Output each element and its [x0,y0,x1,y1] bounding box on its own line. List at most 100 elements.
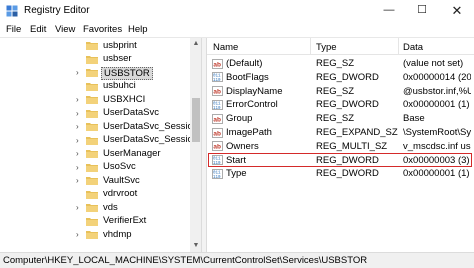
expand-chevron-icon[interactable]: › [76,163,79,172]
svg-text:ab: ab [213,144,221,151]
status-bar: Computer\HKEY_LOCAL_MACHINE\SYSTEM\Curre… [0,252,474,268]
value-name: ImagePath [226,127,272,138]
menu-file[interactable]: File [6,24,21,35]
column-divider[interactable] [310,38,311,55]
value-type: REG_SZ [316,58,355,69]
expand-chevron-icon[interactable]: › [76,230,79,239]
tree-item[interactable]: vdrvroot [0,188,190,201]
tree-item[interactable]: › vhdmp [0,228,190,241]
folder-icon [86,217,98,226]
scroll-up-icon[interactable]: ▲ [190,38,201,50]
value-row[interactable]: 011 110 BootFlags REG_DWORD 0x00000014 (20) [207,71,474,85]
values-list-pane[interactable]: Name Type Data ab (Default) REG_SZ (value n… [207,38,474,252]
value-row[interactable]: 011 110 ErrorControl REG_DWORD 0x00000001 (1… [207,98,474,112]
svg-text:ab: ab [213,116,221,123]
svg-text:ab: ab [213,61,221,68]
value-data: Base [403,113,425,125]
tree-item-label: vhdmp [103,228,132,240]
expand-chevron-icon[interactable]: › [76,95,79,104]
value-name: Group [226,113,253,125]
scroll-thumb[interactable] [192,98,200,142]
value-type: REG_SZ [316,113,355,125]
maximize-button[interactable]: ☐ [405,0,439,21]
tree-item[interactable]: › vds [0,201,190,214]
tree-item-label: USBSTOR [101,66,153,80]
tree-item[interactable]: › UserDataSvc [0,107,190,120]
scroll-down-icon[interactable]: ▼ [190,240,201,252]
key-tree-pane[interactable]: usbprint usbser › USBSTOR usbuhci › USBXHCI › Us… [0,38,202,252]
menu-favorites[interactable]: Favorites [83,24,122,35]
tree-item-label: usbser [103,53,132,64]
value-row[interactable]: ab ImagePath REG_EXPAND_SZ \SystemRoot\Syst [207,126,474,140]
expand-chevron-icon[interactable]: › [76,68,79,77]
column-header-type[interactable]: Type [316,42,337,53]
column-divider[interactable] [398,38,399,55]
value-type: REG_DWORD [316,99,379,111]
highlight-annotation-box [208,153,472,168]
registry-editor-icon [6,5,18,17]
tree-item[interactable]: › VaultSvc [0,174,190,187]
menu-help[interactable]: Help [128,24,148,35]
value-data: v_mscdsc.inf usbs [403,140,471,152]
value-row[interactable]: ab Group REG_SZ Base [207,112,474,126]
column-header-data[interactable]: Data [403,42,423,53]
folder-icon [86,82,98,91]
string-value-icon: ab [212,141,223,152]
value-data: \SystemRoot\Syst [403,127,471,138]
folder-icon [86,55,98,64]
tree-item[interactable]: › UserManager [0,147,190,160]
column-header-name[interactable]: Name [213,42,238,53]
tree-item-label: vds [103,201,118,213]
tree-item-label: UserDataSvc [103,107,159,118]
folder-icon [86,96,98,104]
value-row[interactable]: ab Owners REG_MULTI_SZ v_mscdsc.inf usbs [207,140,474,154]
tree-item[interactable]: › USBXHCI [0,93,190,106]
binary-value-icon: 011110 [212,169,223,179]
tree-scrollbar[interactable]: ▲ ▼ [190,38,201,252]
tree-item[interactable]: › UserDataSvc_Session1 [0,120,201,133]
tree-item[interactable]: › USBSTOR [0,66,190,80]
tree-item[interactable]: usbser [0,53,190,66]
tree-item[interactable]: usbprint [0,39,190,52]
menu-edit[interactable]: Edit [30,24,46,35]
expand-chevron-icon[interactable]: › [76,109,79,118]
expand-chevron-icon[interactable]: › [76,176,79,185]
expand-chevron-icon[interactable]: › [76,149,79,158]
expand-chevron-icon[interactable]: › [76,136,79,145]
window-title: Registry Editor [24,5,90,16]
svg-text:110: 110 [213,176,221,179]
expand-chevron-icon[interactable]: › [76,203,79,212]
folder-icon [86,69,98,77]
title-bar[interactable]: Registry Editor — ☐ ✕ [0,0,474,21]
expand-chevron-icon[interactable]: › [76,122,79,131]
registry-path: Computer\HKEY_LOCAL_MACHINE\SYSTEM\Curre… [3,255,368,266]
tree-item[interactable]: usbuhci [0,80,190,93]
value-row[interactable]: 011 110 Type REG_DWORD 0x00000001 (1) [207,167,474,181]
tree-item-label: UserDataSvc_Session1 [103,120,202,132]
value-data: 0x00000001 (1) [403,99,470,111]
menu-view[interactable]: View [55,24,75,35]
value-name: Type [226,168,247,180]
tree-item-label: UserManager [103,147,161,159]
value-name: DisplayName [226,85,283,97]
value-row[interactable]: ab DisplayName REG_SZ @usbstor.inf,%USI [207,85,474,99]
close-button[interactable]: ✕ [440,0,474,21]
folder-icon [86,231,98,239]
tree-item[interactable]: VerifierExt [0,215,190,228]
value-data: 0x00000014 (20) [403,71,471,83]
value-type: REG_EXPAND_SZ [316,127,398,138]
menu-bar: File Edit View Favorites Help [0,21,474,38]
string-value-icon: ab [212,113,223,124]
folder-icon [86,177,98,185]
tree-item-label: usbuhci [103,80,136,91]
value-data: (value not set) [403,58,464,69]
string-value-icon: ab [212,127,223,138]
value-row[interactable]: ab (Default) REG_SZ (value not set) [207,57,474,71]
svg-text:110: 110 [213,79,221,82]
value-type: REG_DWORD [316,168,379,180]
folder-icon [86,150,98,158]
minimize-button[interactable]: — [372,0,406,21]
tree-item[interactable]: › UsoSvc [0,161,190,174]
list-header: Name Type Data [207,38,474,55]
tree-item[interactable]: › UserDataSvc_Session2 [0,134,201,147]
